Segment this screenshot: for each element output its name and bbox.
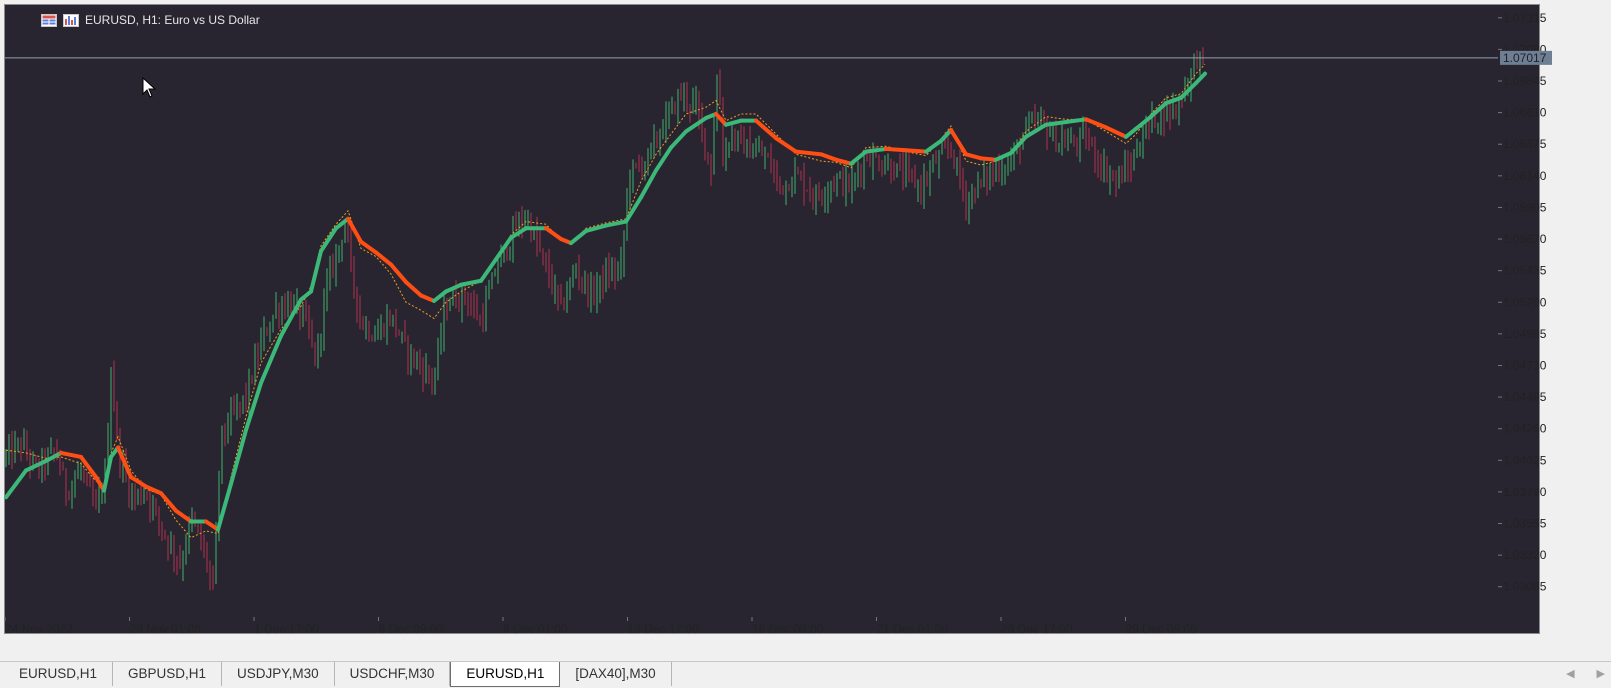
time-tick-label: 29 Dec 09:00 (1126, 622, 1198, 636)
slow-ma-segment (774, 136, 798, 154)
time-tick-label: 13 Dec 17:00 (628, 622, 700, 636)
slow-ma-segment (174, 508, 193, 524)
price-tick-label: 1.05200 (1503, 295, 1547, 309)
slow-ma-segment (319, 226, 338, 254)
time-tick-label: 6 Dec 09:00 (379, 622, 444, 636)
slow-ma-segment (939, 128, 953, 143)
slow-ma-segment (1044, 120, 1068, 127)
chart-window[interactable]: EURUSD, H1: Euro vs US Dollar 1.07315 1.0… (0, 0, 1611, 661)
slow-ma-segment (1104, 125, 1128, 139)
price-tick-label: 1.06610 (1503, 106, 1547, 120)
slow-ma-segment (669, 129, 688, 150)
indicator-lines (4, 63, 1207, 539)
tab-dax40-m30[interactable]: [DAX40],M30 (560, 662, 672, 686)
time-tick-label: 21 Dec 01:00 (877, 622, 949, 636)
time-tick-label: 24 Nov 2022 (5, 622, 73, 636)
slow-ma-segment (216, 481, 233, 532)
slow-ma-segment (4, 468, 28, 500)
price-chart[interactable]: 1.073151.070801.068451.066101.063751.061… (0, 0, 1611, 661)
slow-ma-segment (1084, 117, 1108, 130)
slow-ma-segment (229, 428, 248, 486)
slow-ma-segment (949, 128, 968, 157)
price-tick-label: 1.04730 (1503, 358, 1547, 372)
slow-ma-segment (819, 152, 838, 162)
slow-ma-segment (359, 239, 378, 255)
slow-ma-segment (994, 150, 1013, 162)
price-tick-label: 1.04495 (1503, 390, 1547, 404)
price-tick-label: 1.05905 (1503, 200, 1547, 214)
chevron-left-icon[interactable]: ◀ (1566, 662, 1574, 686)
time-tick-label: 16 Dec 09:00 (752, 622, 824, 636)
slow-ma-segment (244, 380, 263, 433)
current-price-label: 1.07017 (1503, 51, 1547, 65)
price-tick-label: 1.06140 (1503, 169, 1547, 183)
slow-ma-segment (544, 226, 563, 242)
time-tick-label: 29 Nov 01:00 (130, 622, 202, 636)
slow-ma-segment (584, 223, 608, 233)
slow-ma-segment (59, 450, 83, 459)
price-tick-label: 1.03790 (1503, 485, 1547, 499)
slow-ma-segment (904, 148, 928, 154)
candle-series (5, 47, 1204, 591)
slow-ma-segment (754, 118, 778, 141)
time-tick-label: 1 Dec 17:00 (254, 622, 319, 636)
tab-eurusd-h1[interactable]: EURUSD,H1 (4, 662, 114, 686)
slow-ma-segment (979, 156, 998, 162)
slow-ma-segment (459, 278, 483, 287)
slow-ma-segment (884, 146, 908, 153)
slow-ma-segment (964, 152, 983, 161)
price-tick-label: 1.06845 (1503, 74, 1547, 88)
price-tick-label: 1.06375 (1503, 137, 1547, 151)
slow-ma-segment (684, 115, 708, 134)
mouse-pointer-icon (142, 76, 157, 98)
slow-ma-segment (724, 118, 743, 127)
tab-usdchf-m30[interactable]: USDCHF,M30 (335, 662, 451, 686)
price-tick-label: 1.03320 (1503, 548, 1547, 562)
slow-ma-segment (834, 157, 853, 166)
slow-ma-segment (924, 138, 943, 154)
time-tick-label: 23 Dec 17:00 (1001, 622, 1073, 636)
price-tick-label: 1.05670 (1503, 232, 1547, 246)
chevron-right-icon[interactable]: ▶ (1597, 662, 1605, 686)
slow-ma-segment (569, 228, 588, 246)
slow-ma-segment (129, 475, 148, 489)
slow-ma-segment (479, 257, 498, 283)
price-tick-label: 1.04965 (1503, 327, 1547, 341)
tab-gbpusd-h1[interactable]: GBPUSD,H1 (113, 662, 223, 686)
slow-ma-segment (1064, 117, 1088, 125)
slow-ma-segment (334, 216, 350, 231)
tab-eurusd-h1[interactable]: EURUSD,H1 (450, 662, 561, 687)
mouse-cursor (142, 76, 157, 98)
price-tick-label: 1.03085 (1503, 580, 1547, 594)
slow-ma-segment (419, 293, 436, 303)
current-price-marker: 1.07017 (5, 50, 1552, 65)
price-tick-label: 1.03555 (1503, 517, 1547, 531)
slow-ma-segment (794, 149, 823, 157)
slow-ma-segment (404, 280, 423, 298)
chart-tab-bar: EURUSD,H1 GBPUSD,H1 USDJPY,M30 USDCHF,M30 EU… (0, 661, 1611, 688)
tab-scroll-controls: ◀ ▶ (1566, 662, 1605, 686)
time-axis: 24 Nov 2022 29 Nov 01:00 1 Dec 17:00 6 Dec … (4, 617, 1198, 636)
slow-ma-segment (389, 262, 408, 285)
tab-usdjpy-m30[interactable]: USDJPY,M30 (222, 662, 335, 686)
price-tick-label: 1.05435 (1503, 264, 1547, 278)
price-tick-label: 1.04025 (1503, 453, 1547, 467)
slow-ma-segment (309, 249, 323, 294)
slow-ma-segment (1009, 134, 1028, 155)
price-axis: 1.073151.070801.068451.066101.063751.061… (1498, 11, 1547, 594)
slow-ma-segment (346, 216, 363, 244)
time-tick-label: 9 Dec 01:00 (503, 622, 568, 636)
price-tick-label: 1.04260 (1503, 422, 1547, 436)
price-tick-label: 1.07315 (1503, 11, 1547, 25)
slow-ma-segment (864, 146, 888, 154)
tab-list: EURUSD,H1 GBPUSD,H1 USDJPY,M30 USDCHF,M30 EU… (4, 662, 672, 688)
